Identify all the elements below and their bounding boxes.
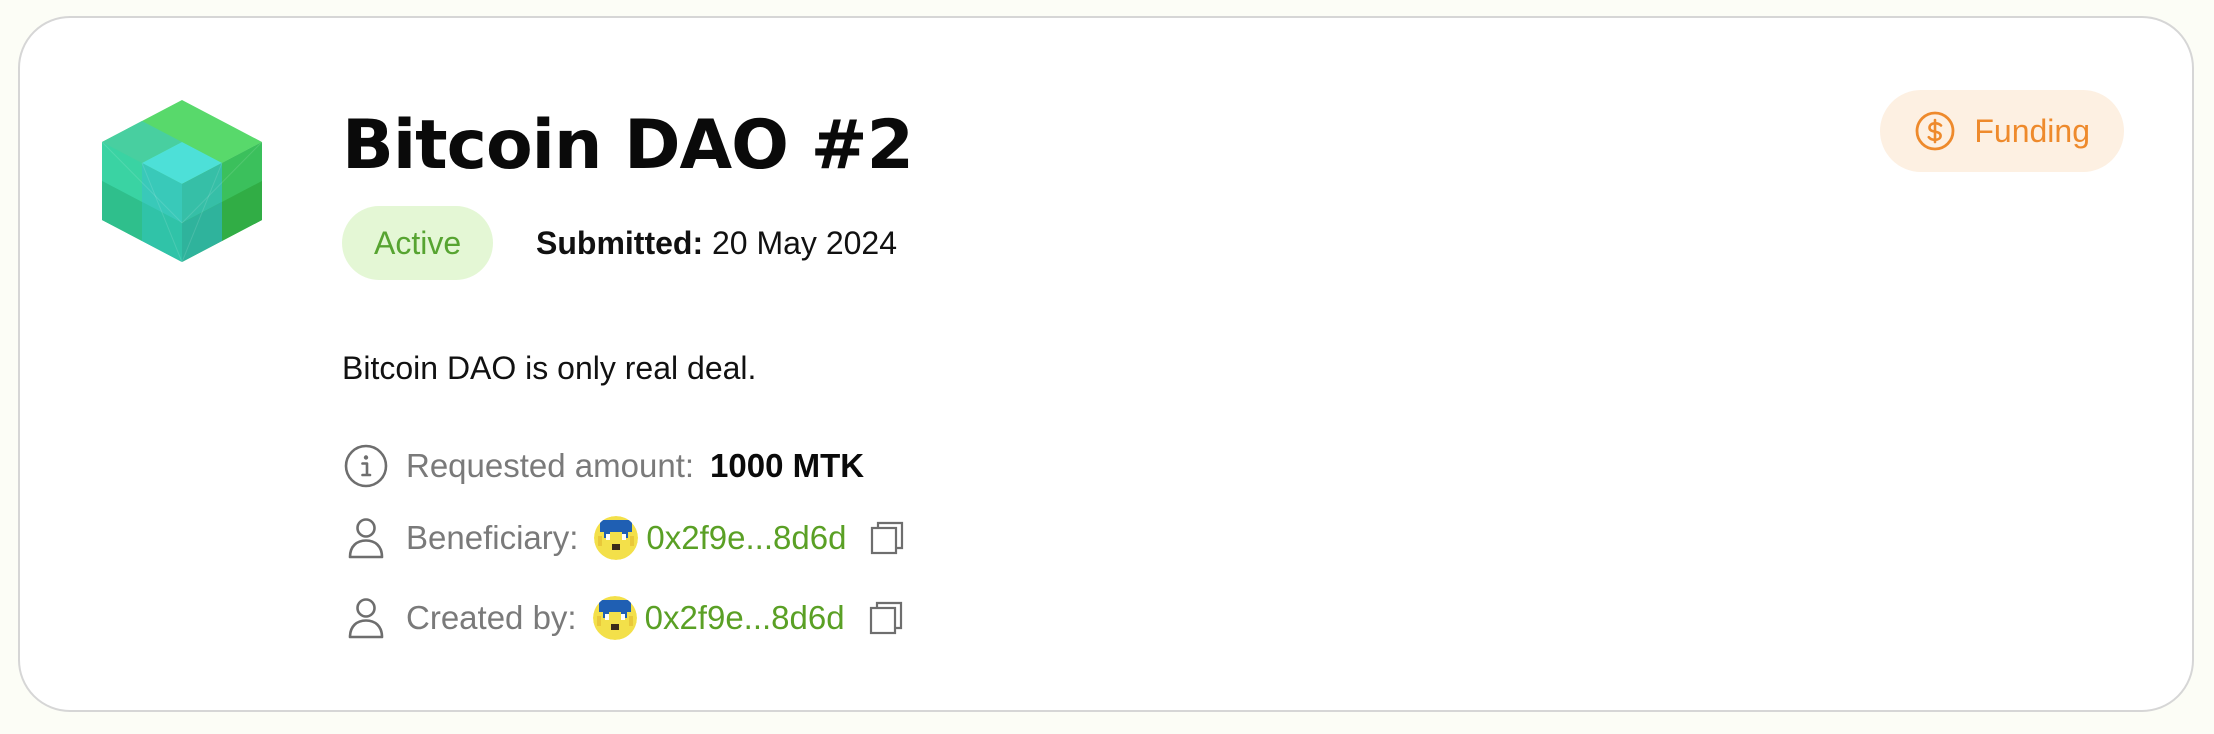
submitted-label: Submitted: (536, 225, 704, 261)
page-title: Bitcoin DAO #2 (342, 106, 914, 185)
avatar (592, 596, 637, 640)
user-icon (348, 518, 384, 559)
proposal-card: Bitcoin DAO #2 Active Submitted: 20 May … (18, 16, 2194, 712)
dollar-circle-icon (1915, 111, 1955, 151)
info-icon (344, 444, 388, 488)
proposal-description: Bitcoin DAO is only real deal. (342, 350, 757, 386)
category-badge: Funding (1880, 90, 2124, 172)
submitted-date: Submitted: 20 May 2024 (536, 206, 897, 280)
requested-amount-value: 1000 MTK (710, 447, 865, 484)
beneficiary-row: Beneficiary: 0x2f9e...8d6d (342, 510, 906, 566)
category-label: Funding (1974, 112, 2090, 149)
requested-amount-label: Requested amount: (406, 447, 695, 484)
copy-icon[interactable] (868, 519, 906, 557)
status-badge: Active (342, 206, 494, 280)
requested-amount-row: Requested amount: 1000 MTK (342, 438, 864, 494)
copy-icon[interactable] (867, 599, 905, 637)
beneficiary-address-link[interactable]: 0x2f9e...8d6d (646, 519, 846, 557)
avatar (594, 516, 639, 560)
submitted-value: 20 May 2024 (711, 225, 897, 261)
created-by-row: Created by: 0x2f9e...8d6d (342, 590, 905, 646)
dao-cube-logo (101, 100, 263, 262)
created-by-label: Created by: (406, 599, 577, 636)
created-by-address-link[interactable]: 0x2f9e...8d6d (645, 599, 845, 637)
user-icon (348, 598, 384, 639)
beneficiary-label: Beneficiary: (406, 519, 579, 556)
